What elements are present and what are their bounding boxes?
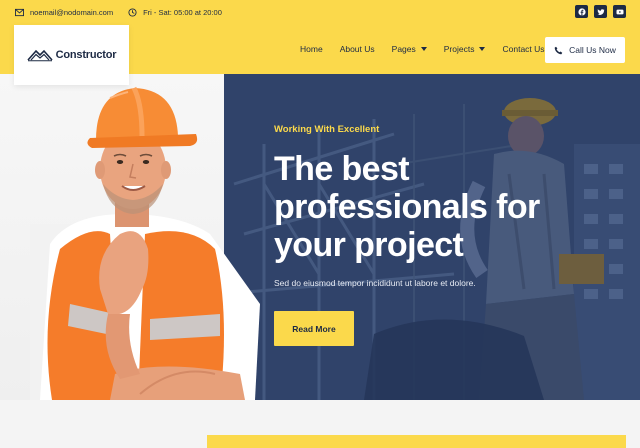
read-more-label: Read More <box>292 323 336 334</box>
hero-kicker: Working With Excellent <box>274 124 380 135</box>
main-nav: Home About Us Pages Projects Contact Us <box>300 24 562 74</box>
nav-label: About Us <box>339 44 375 54</box>
headline-line: professionals for <box>274 188 540 226</box>
worker-image <box>30 86 260 400</box>
nav-label: Contact Us <box>502 44 545 54</box>
youtube-icon[interactable] <box>613 5 626 18</box>
logo-roof-icon <box>27 49 53 62</box>
headline-line: your project <box>274 226 464 264</box>
headline-line: The best <box>274 150 410 188</box>
facebook-icon[interactable] <box>575 5 588 18</box>
next-section-accent <box>207 435 626 448</box>
email-text: noemail@nodomain.com <box>30 7 114 17</box>
nav-label: Home <box>300 44 323 54</box>
hero-section: Working With Excellent The best professi… <box>0 74 640 400</box>
twitter-icon[interactable] <box>594 5 607 18</box>
chevron-down-icon <box>420 47 427 51</box>
read-more-button[interactable]: Read More <box>274 311 354 346</box>
hero-copy: Working With Excellent The best professi… <box>274 124 594 288</box>
nav-item-pages[interactable]: Pages <box>392 44 427 54</box>
clock-icon <box>127 7 137 17</box>
hero-headline: The best professionals for your project <box>274 150 594 264</box>
call-us-label: Call Us Now <box>569 45 616 55</box>
call-us-button[interactable]: Call Us Now <box>545 37 625 63</box>
hours-item: Fri - Sat: 05:00 at 20:00 <box>127 7 222 17</box>
social-links <box>575 5 626 18</box>
nav-label: Projects <box>443 44 475 54</box>
nav-item-about-us[interactable]: About Us <box>340 44 375 54</box>
phone-icon <box>554 46 563 54</box>
envelope-icon <box>14 7 24 17</box>
nav-item-contact-us[interactable]: Contact Us <box>502 44 544 54</box>
site-logo[interactable]: Constructor <box>14 25 129 85</box>
hero-subtitle: Sed do eiusmod tempor incididunt ut labo… <box>274 278 476 288</box>
logo-text: Constructor <box>55 49 117 61</box>
top-bar: noemail@nodomain.com Fri - Sat: 05:00 at… <box>0 0 640 24</box>
email-item[interactable]: noemail@nodomain.com <box>14 7 113 17</box>
nav-item-home[interactable]: Home <box>300 44 323 54</box>
hours-text: Fri - Sat: 05:00 at 20:00 <box>143 7 222 17</box>
chevron-down-icon <box>479 47 486 51</box>
nav-label: Pages <box>391 44 416 54</box>
nav-item-projects[interactable]: Projects <box>444 44 486 54</box>
